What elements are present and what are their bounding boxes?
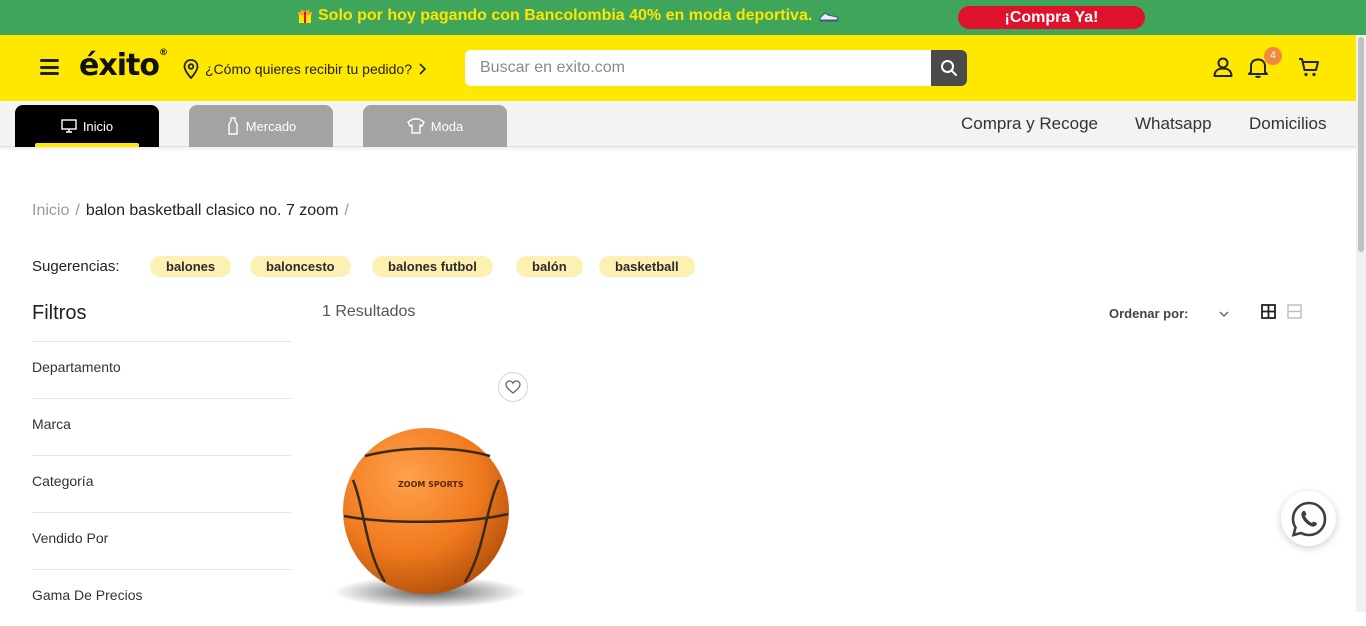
tab-label: Moda bbox=[430, 118, 464, 134]
nav-link-whatsapp[interactable]: Whatsapp bbox=[1135, 114, 1212, 134]
product-brand-print: ZOOM SPORTS bbox=[398, 480, 464, 489]
buy-now-button[interactable]: ¡Compra Ya! bbox=[958, 6, 1145, 29]
site-header: éxito® ¿Cómo quieres recibir tu pedido? … bbox=[0, 35, 1366, 101]
suggestions-label: Sugerencias: bbox=[32, 258, 120, 275]
search-input[interactable] bbox=[465, 50, 931, 86]
favorite-button[interactable] bbox=[498, 372, 528, 402]
tab-moda[interactable]: Moda bbox=[363, 105, 507, 147]
notification-badge: 4 bbox=[1264, 47, 1282, 65]
shirt-icon bbox=[407, 118, 425, 134]
bottle-icon bbox=[228, 117, 238, 135]
product-image-basketball[interactable]: ZOOM SPORTS bbox=[325, 410, 532, 612]
whatsapp-chat-button[interactable] bbox=[1281, 491, 1336, 546]
filter-gama-de-precios[interactable]: Gama De Precios bbox=[32, 569, 291, 626]
nav-link-compra-y-recoge[interactable]: Compra y Recoge bbox=[961, 114, 1098, 134]
whatsapp-icon bbox=[1291, 501, 1326, 537]
breadcrumb-current: balon basketball clasico no. 7 zoom bbox=[85, 202, 339, 219]
suggestion-chip[interactable]: balones bbox=[150, 256, 232, 277]
cart-icon[interactable] bbox=[1297, 55, 1321, 79]
filters-title: Filtros bbox=[32, 302, 87, 324]
chevron-down-icon[interactable] bbox=[1218, 308, 1230, 320]
list-view-icon[interactable] bbox=[1287, 304, 1302, 319]
filter-vendido-por[interactable]: Vendido Por bbox=[32, 512, 291, 569]
nav-link-domicilios[interactable]: Domicilios bbox=[1249, 114, 1326, 134]
exito-logo[interactable]: éxito® bbox=[79, 48, 168, 83]
suggestion-chip[interactable]: basketball bbox=[599, 256, 695, 277]
page-scrollbar[interactable] bbox=[1356, 35, 1366, 612]
filter-departamento[interactable]: Departamento bbox=[32, 341, 291, 398]
breadcrumb-home[interactable]: Inicio bbox=[32, 202, 69, 219]
breadcrumb-separator: / bbox=[344, 202, 349, 219]
sort-label[interactable]: Ordenar por: bbox=[1109, 306, 1188, 321]
heart-icon bbox=[505, 380, 521, 394]
active-tab-indicator bbox=[35, 143, 139, 147]
suggestion-chip[interactable]: balones futbol bbox=[372, 256, 493, 277]
scrollbar-thumb[interactable] bbox=[1358, 37, 1364, 252]
delivery-prompt: ¿Cómo quieres recibir tu pedido? bbox=[205, 61, 412, 77]
suggestion-chip[interactable]: balón bbox=[516, 256, 583, 277]
user-icon[interactable] bbox=[1211, 55, 1235, 79]
breadcrumb: Inicio / balon basketball clasico no. 7 zo… bbox=[32, 202, 355, 220]
monitor-icon bbox=[61, 119, 77, 133]
location-pin-icon bbox=[183, 59, 199, 79]
tab-inicio[interactable]: Inicio bbox=[15, 105, 159, 147]
search-bar bbox=[465, 50, 967, 86]
breadcrumb-separator: / bbox=[75, 202, 80, 219]
promo-banner[interactable]: Solo por hoy pagando con Bancolombia 40%… bbox=[0, 0, 1366, 35]
suggestion-chip[interactable]: baloncesto bbox=[250, 256, 351, 277]
gift-icon bbox=[298, 9, 312, 23]
results-count: 1 Resultados bbox=[322, 303, 416, 320]
tab-label: Inicio bbox=[82, 118, 114, 134]
delivery-selector[interactable]: ¿Cómo quieres recibir tu pedido? bbox=[183, 59, 426, 79]
category-navbar: Inicio Mercado Moda Compra y Recoge What… bbox=[0, 101, 1356, 147]
search-icon bbox=[941, 60, 957, 76]
tab-label: Mercado bbox=[245, 118, 297, 134]
grid-view-icon[interactable] bbox=[1261, 304, 1276, 319]
search-button[interactable] bbox=[931, 50, 967, 86]
filter-marca[interactable]: Marca bbox=[32, 398, 291, 455]
filter-categoria[interactable]: Categoría bbox=[32, 455, 291, 512]
promo-text: Solo por hoy pagando con Bancolombia 40%… bbox=[318, 7, 839, 25]
menu-icon[interactable] bbox=[40, 59, 59, 75]
tab-mercado[interactable]: Mercado bbox=[189, 105, 333, 147]
sneaker-icon bbox=[819, 12, 839, 22]
chevron-right-icon bbox=[419, 63, 426, 75]
